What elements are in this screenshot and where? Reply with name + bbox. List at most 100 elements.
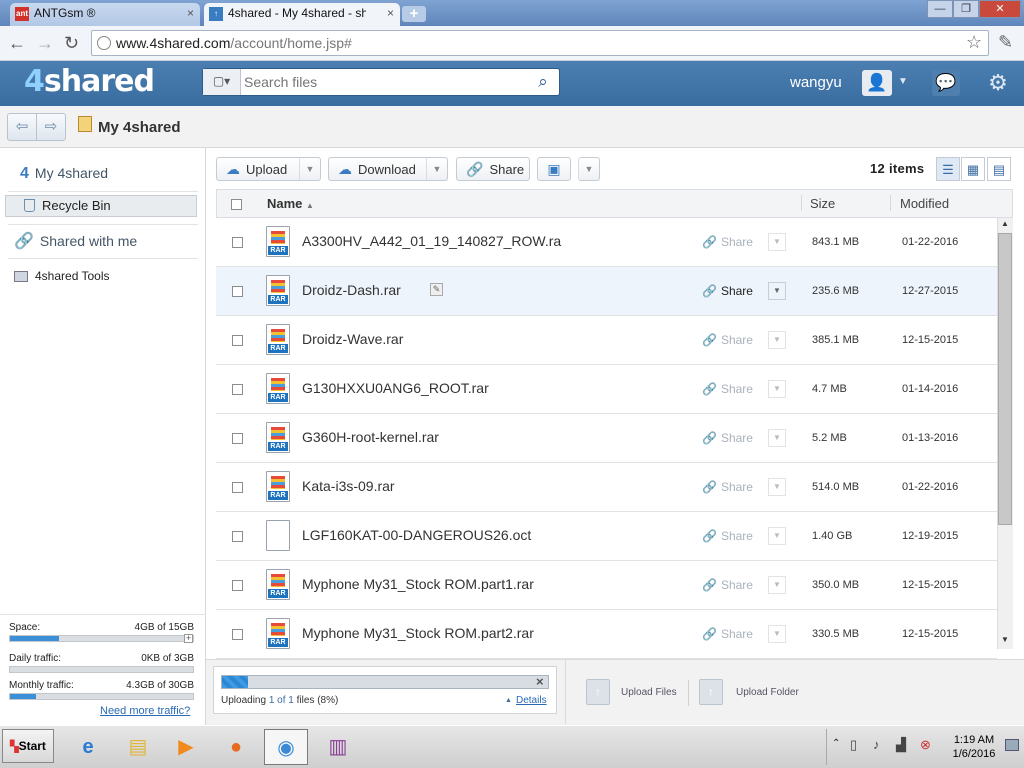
- upload-folder-button[interactable]: Upload Folder: [736, 687, 799, 698]
- upload-files-button[interactable]: Upload Files: [621, 687, 677, 698]
- cancel-upload-icon[interactable]: ×: [536, 674, 544, 689]
- url-text[interactable]: www.4shared.com/account/home.jsp#: [116, 35, 352, 51]
- 4shared-logo[interactable]: 4shared: [24, 64, 155, 99]
- table-row[interactable]: RAR G130HXXU0ANG6_ROOT.rar 🔗 Share ▼ 4.7 MB 01…: [216, 365, 997, 414]
- upload-files-icon[interactable]: ↑: [586, 679, 610, 705]
- file-name[interactable]: Kata-i3s-09.rar: [302, 478, 395, 494]
- sidebar-item-4shared-tools[interactable]: 4shared Tools: [0, 266, 206, 286]
- row-menu-dropdown[interactable]: ▼: [768, 625, 786, 643]
- table-row[interactable]: RAR Myphone My31_Stock ROM.part1.rar 🔗 Shar…: [216, 561, 997, 610]
- bookmark-star-icon[interactable]: ☆: [966, 32, 982, 53]
- table-row[interactable]: RAR Kata-i3s-09.rar 🔗 Share ▼ 514.0 MB 01-22-2…: [216, 463, 997, 512]
- file-name[interactable]: Myphone My31_Stock ROM.part2.rar: [302, 625, 534, 641]
- scroll-up-icon[interactable]: ▲: [998, 219, 1012, 232]
- table-row[interactable]: LGF160KAT-00-DANGEROUS26.oct 🔗 Share ▼ 1.40 …: [216, 512, 997, 561]
- chat-icon[interactable]: 💬: [932, 70, 960, 96]
- chrome-icon[interactable]: ◉: [264, 729, 308, 765]
- row-menu-dropdown[interactable]: ▼: [768, 233, 786, 251]
- chevron-down-icon[interactable]: ▼: [898, 76, 908, 87]
- close-tab-icon[interactable]: ×: [187, 3, 194, 24]
- search-icon[interactable]: ⌕: [530, 70, 556, 94]
- internet-explorer-icon[interactable]: e: [66, 729, 110, 765]
- file-name[interactable]: Droidz-Wave.rar: [302, 331, 403, 347]
- gear-icon[interactable]: ⚙: [984, 70, 1012, 96]
- start-button[interactable]: ▚Start: [2, 729, 54, 763]
- show-desktop-icon[interactable]: [1005, 739, 1019, 751]
- minimize-button[interactable]: —: [927, 0, 953, 18]
- wrench-menu-icon[interactable]: ✎: [998, 32, 1013, 53]
- back-button[interactable]: ⇦: [7, 113, 37, 141]
- share-link[interactable]: 🔗 Share: [702, 235, 753, 249]
- share-link[interactable]: 🔗 Share: [702, 627, 753, 641]
- list-view-icon[interactable]: ☰: [936, 157, 960, 181]
- rename-icon[interactable]: ✎: [430, 283, 443, 296]
- table-row[interactable]: RAR Droidz-Wave.rar 🔗 Share ▼ 385.1 MB 12-15-2…: [216, 316, 997, 365]
- share-link[interactable]: 🔗 Share: [702, 431, 753, 445]
- row-menu-dropdown[interactable]: ▼: [768, 331, 786, 349]
- row-menu-dropdown[interactable]: ▼: [768, 527, 786, 545]
- share-link[interactable]: 🔗 Share: [702, 529, 753, 543]
- back-arrow-icon[interactable]: ←: [8, 33, 26, 54]
- select-all-checkbox[interactable]: [231, 199, 242, 210]
- table-row[interactable]: RAR Myphone My31_Stock ROM.part2.rar 🔗 Shar…: [216, 610, 997, 659]
- maximize-button[interactable]: ❐: [953, 0, 979, 18]
- security-alert-icon[interactable]: ⊗: [920, 737, 931, 753]
- share-link[interactable]: 🔗 Share: [702, 578, 753, 592]
- forward-button[interactable]: ⇨: [36, 113, 66, 141]
- scroll-down-icon[interactable]: ▼: [998, 635, 1012, 648]
- file-name[interactable]: LGF160KAT-00-DANGEROUS26.oct: [302, 527, 531, 543]
- upload-button[interactable]: ☁ Upload: [216, 157, 300, 181]
- username[interactable]: wangyu: [790, 74, 842, 91]
- winrar-icon[interactable]: ▥: [316, 729, 360, 765]
- share-link[interactable]: 🔗 Share: [702, 382, 753, 396]
- file-name[interactable]: A3300HV_A442_01_19_140827_ROW.ra: [302, 233, 561, 249]
- grid-view-icon[interactable]: ▦: [961, 157, 985, 181]
- sidebar-item-my4shared[interactable]: 4 My 4shared: [0, 163, 206, 184]
- row-checkbox[interactable]: [232, 629, 243, 640]
- network-icon[interactable]: ▟: [896, 737, 906, 753]
- windows-explorer-icon[interactable]: ▤: [116, 729, 160, 765]
- add-space-icon[interactable]: +: [184, 634, 193, 643]
- row-menu-dropdown[interactable]: ▼: [768, 380, 786, 398]
- share-link[interactable]: 🔗 Share: [702, 333, 753, 347]
- row-checkbox[interactable]: [232, 335, 243, 346]
- row-checkbox[interactable]: [232, 286, 243, 297]
- file-name[interactable]: Droidz-Dash.rar: [302, 282, 401, 298]
- new-tab-button[interactable]: +: [402, 6, 426, 22]
- table-row[interactable]: RAR A3300HV_A442_01_19_140827_ROW.ra 🔗 Shar…: [216, 218, 997, 267]
- share-button[interactable]: 🔗 Share: [456, 157, 530, 181]
- row-checkbox[interactable]: [232, 384, 243, 395]
- page-info-icon[interactable]: [97, 36, 111, 50]
- row-menu-dropdown[interactable]: ▼: [768, 429, 786, 447]
- row-menu-dropdown[interactable]: ▼: [768, 282, 786, 300]
- sidebar-item-shared-with-me[interactable]: 🔗 Shared with me: [0, 231, 206, 252]
- row-checkbox[interactable]: [232, 580, 243, 591]
- table-row[interactable]: RAR Droidz-Dash.rar ✎ 🔗 Share ▼ 235.6 MB 12-27-…: [216, 267, 997, 316]
- row-checkbox[interactable]: [232, 237, 243, 248]
- reload-icon[interactable]: ↻: [64, 33, 79, 54]
- column-header-modified[interactable]: Modified: [900, 196, 949, 211]
- forward-arrow-icon[interactable]: →: [36, 33, 54, 54]
- browser-tab-antgsm[interactable]: ant ANTGsm ® ×: [10, 3, 200, 26]
- firefox-icon[interactable]: ●: [214, 729, 258, 765]
- media-player-icon[interactable]: ▶: [164, 729, 208, 765]
- search-input[interactable]: [244, 70, 529, 94]
- volume-icon[interactable]: ♪: [873, 737, 880, 752]
- need-more-traffic-link[interactable]: Need more traffic?: [100, 705, 190, 717]
- close-window-button[interactable]: ✕: [979, 0, 1021, 18]
- row-checkbox[interactable]: [232, 433, 243, 444]
- close-tab-icon[interactable]: ×: [387, 3, 394, 24]
- details-link[interactable]: Details: [516, 695, 547, 706]
- device-icon[interactable]: ▯: [850, 737, 857, 753]
- sidebar-item-recycle-bin[interactable]: Recycle Bin: [5, 195, 197, 217]
- row-menu-dropdown[interactable]: ▼: [768, 576, 786, 594]
- table-row[interactable]: RAR G360H-root-kernel.rar 🔗 Share ▼ 5.2 MB 01-…: [216, 414, 997, 463]
- file-name[interactable]: Myphone My31_Stock ROM.part1.rar: [302, 576, 534, 592]
- download-button[interactable]: ☁ Download: [328, 157, 427, 181]
- column-header-size[interactable]: Size: [810, 196, 835, 211]
- share-link[interactable]: 🔗 Share: [702, 284, 753, 298]
- browser-tab-4shared[interactable]: ↑ 4shared - My 4shared - shared ×: [204, 3, 400, 26]
- scrollbar-thumb[interactable]: [998, 233, 1012, 525]
- avatar[interactable]: 👤: [862, 70, 892, 96]
- share-link[interactable]: 🔗 Share: [702, 480, 753, 494]
